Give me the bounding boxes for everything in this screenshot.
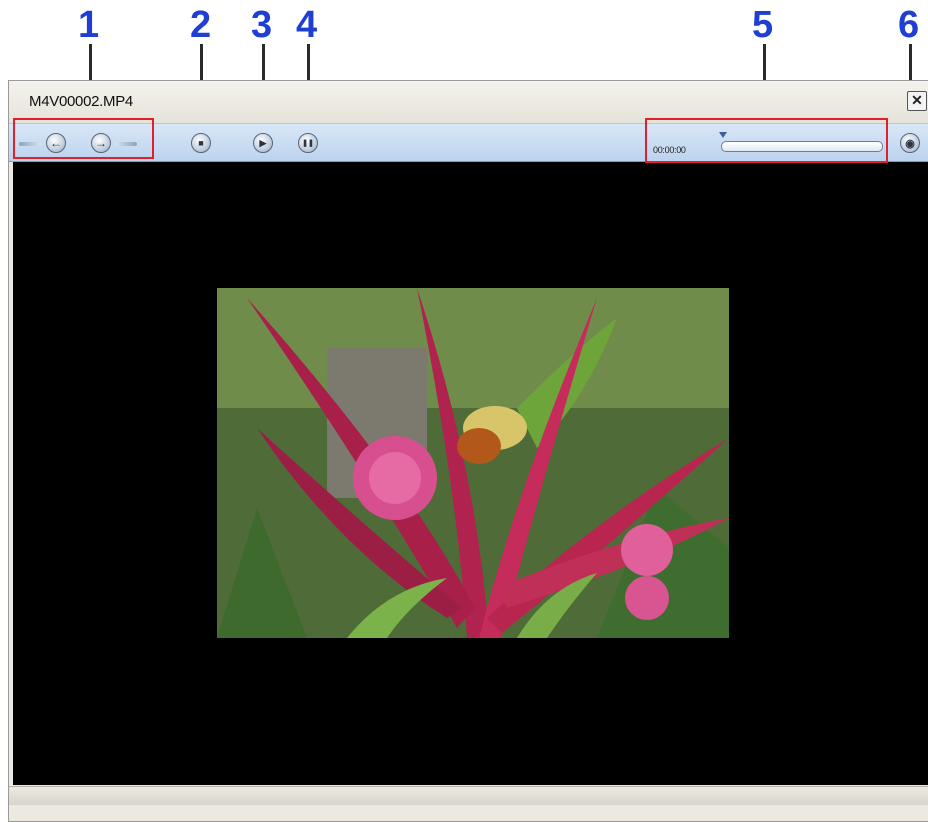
speaker-icon: ◉ xyxy=(905,137,915,150)
close-button[interactable]: ✕ xyxy=(907,91,927,111)
video-frame xyxy=(217,288,729,638)
pause-icon: ❚❚ xyxy=(302,140,314,147)
stop-icon: ■ xyxy=(198,138,204,148)
callout-4: 4 xyxy=(296,4,318,46)
callout-3: 3 xyxy=(251,4,273,46)
window-title: M4V00002.MP4 xyxy=(29,93,133,110)
highlight-box-1 xyxy=(13,118,154,159)
close-icon: ✕ xyxy=(911,92,923,108)
callout-1: 1 xyxy=(78,4,100,46)
video-display xyxy=(13,162,928,785)
highlight-box-5 xyxy=(645,118,888,163)
callout-2: 2 xyxy=(190,4,212,46)
video-frame-image xyxy=(217,288,729,638)
callout-6: 6 xyxy=(898,4,920,46)
play-button[interactable]: ▶ xyxy=(253,133,273,153)
callout-5: 5 xyxy=(752,4,774,46)
media-player-window: M4V00002.MP4 ✕ ← → ■ ▶ ❚❚ 00:00:00 ◉ xyxy=(8,80,928,822)
play-icon: ▶ xyxy=(259,137,267,148)
pause-button[interactable]: ❚❚ xyxy=(298,133,318,153)
volume-button[interactable]: ◉ xyxy=(900,133,920,153)
status-bar xyxy=(9,786,928,805)
stop-button[interactable]: ■ xyxy=(191,133,211,153)
